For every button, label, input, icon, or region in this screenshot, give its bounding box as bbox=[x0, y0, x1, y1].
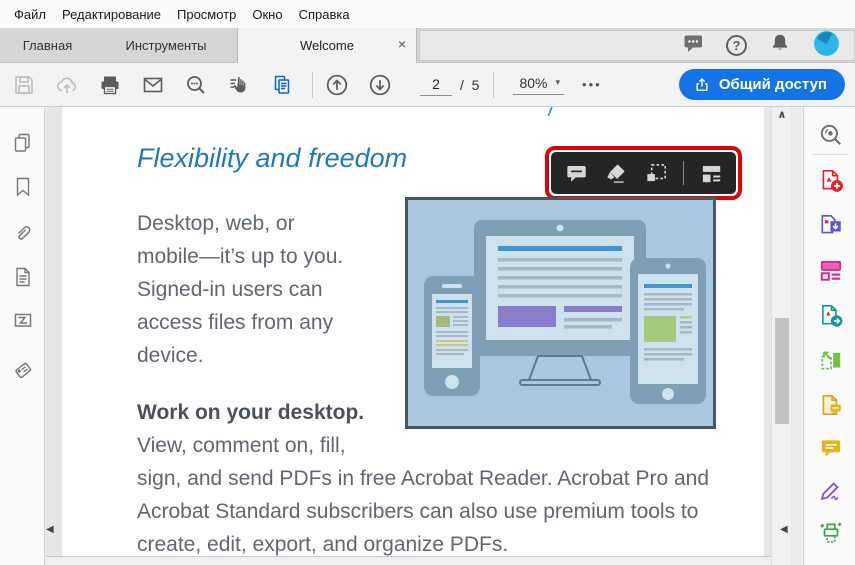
left-navigation-panel bbox=[0, 107, 45, 565]
share-icon bbox=[696, 77, 708, 91]
hud-layout-button[interactable] bbox=[698, 160, 724, 186]
quick-tools-hud bbox=[551, 152, 736, 194]
save-button[interactable] bbox=[9, 70, 39, 100]
page-panel-button[interactable] bbox=[11, 265, 35, 289]
page-copy-icon bbox=[274, 75, 290, 94]
tab-bar: Главная Инструменты Welcome × ? bbox=[0, 28, 855, 63]
scrollbar-thumb[interactable] bbox=[775, 318, 789, 424]
horizontal-scrollbar[interactable] bbox=[46, 556, 771, 565]
tab-welcome-document[interactable]: Welcome × bbox=[237, 28, 417, 63]
more-tools-button[interactable]: ••• bbox=[582, 77, 602, 92]
send-pdf-button[interactable] bbox=[818, 302, 844, 328]
marquee-zoom-button[interactable] bbox=[181, 70, 211, 100]
scroll-up-icon[interactable]: ∧ bbox=[772, 108, 792, 121]
print-button[interactable] bbox=[95, 70, 125, 100]
bookmarks-button[interactable] bbox=[11, 175, 35, 199]
pdf-page: / Flexibility and freedom Desktop, web, … bbox=[62, 107, 764, 556]
menu-view[interactable]: Просмотр bbox=[169, 7, 244, 22]
acrobat-window: Файл Редактирование Просмотр Окно Справк… bbox=[0, 0, 855, 565]
print-icon bbox=[101, 76, 119, 94]
cloud-upload-button[interactable] bbox=[52, 70, 82, 100]
save-icon bbox=[15, 75, 33, 94]
page-thumbnails-button[interactable] bbox=[11, 131, 35, 155]
document-heading: Flexibility and freedom bbox=[137, 143, 408, 173]
attachments-button[interactable] bbox=[11, 221, 35, 245]
zoom-level-control[interactable]: 80% ▾ bbox=[513, 74, 565, 95]
paragraph-1: Desktop, web, or mobile—it’s up to you. … bbox=[137, 212, 344, 367]
page-down-icon bbox=[369, 74, 391, 95]
chevron-down-icon: ▾ bbox=[555, 77, 561, 87]
hud-highlight-button[interactable] bbox=[603, 160, 629, 186]
layers-button[interactable] bbox=[11, 308, 35, 332]
email-icon bbox=[143, 77, 163, 92]
user-avatar[interactable] bbox=[813, 30, 840, 62]
fill-sign-button[interactable] bbox=[818, 477, 844, 503]
email-button[interactable] bbox=[138, 70, 168, 100]
scroll-left-icon[interactable]: ◀ bbox=[46, 524, 54, 535]
menu-bar: Файл Редактирование Просмотр Окно Справк… bbox=[0, 0, 855, 28]
export-pdf-button[interactable] bbox=[818, 212, 844, 238]
help-glyph: ? bbox=[732, 38, 741, 53]
create-pdf-button[interactable] bbox=[818, 167, 844, 193]
combine-files-button[interactable] bbox=[818, 347, 844, 373]
menu-edit[interactable]: Редактирование bbox=[54, 7, 169, 22]
toolbar-separator bbox=[493, 71, 495, 98]
share-button[interactable]: Общий доступ bbox=[678, 69, 845, 100]
hud-comment-button[interactable] bbox=[563, 160, 589, 186]
menu-window[interactable]: Окно bbox=[244, 7, 290, 22]
zoom-value: 80% bbox=[519, 74, 548, 91]
cloud-upload-icon bbox=[56, 77, 77, 93]
tab-tools[interactable]: Инструменты bbox=[95, 28, 237, 62]
right-tools-panel bbox=[803, 107, 855, 565]
edit-pdf-button[interactable] bbox=[818, 257, 844, 283]
document-area: / Flexibility and freedom Desktop, web, … bbox=[0, 107, 855, 565]
panel-gap bbox=[792, 107, 803, 565]
tags-button[interactable] bbox=[11, 358, 35, 382]
enhance-scans-button[interactable] bbox=[818, 519, 844, 545]
main-toolbar: / 5 80% ▾ ••• Общий доступ bbox=[0, 63, 855, 107]
page-up-icon bbox=[326, 74, 348, 95]
page-total-label: / 5 bbox=[460, 76, 480, 93]
collapse-panel-icon[interactable]: ◀ bbox=[780, 524, 788, 535]
page-number-input[interactable] bbox=[420, 73, 452, 96]
menu-help[interactable]: Справка bbox=[291, 7, 358, 22]
notifications-bell-icon[interactable] bbox=[768, 31, 792, 60]
search-zoom-icon bbox=[187, 75, 205, 94]
devices-illustration bbox=[405, 197, 716, 429]
toolbar-separator bbox=[312, 71, 313, 98]
tab-welcome-label: Welcome bbox=[300, 38, 354, 53]
close-tab-icon[interactable]: × bbox=[398, 36, 406, 52]
selection-tool-icon bbox=[230, 76, 246, 92]
search-tools-button[interactable] bbox=[818, 122, 844, 148]
menu-file[interactable]: Файл bbox=[6, 7, 54, 22]
annotation-highlight-box bbox=[545, 146, 742, 200]
comments-button[interactable] bbox=[818, 435, 844, 461]
scrolled-text-fragment: / bbox=[548, 107, 553, 120]
selection-tool-button[interactable] bbox=[224, 70, 254, 100]
paragraph-2: Work on your desktop. View, comment on, … bbox=[137, 401, 710, 556]
feedback-icon[interactable] bbox=[681, 31, 705, 60]
tab-home[interactable]: Главная bbox=[0, 28, 95, 62]
comment-document-button[interactable] bbox=[818, 392, 844, 418]
vertical-scrollbar[interactable]: ∧ bbox=[771, 107, 791, 565]
hud-separator bbox=[683, 161, 684, 185]
next-page-button[interactable] bbox=[365, 70, 395, 100]
help-icon[interactable]: ? bbox=[726, 35, 747, 56]
page-copy-button[interactable] bbox=[267, 70, 297, 100]
share-button-label: Общий доступ bbox=[718, 76, 827, 93]
previous-page-button[interactable] bbox=[322, 70, 352, 100]
titlebar-actions: ? bbox=[419, 30, 855, 61]
panel-separator bbox=[812, 154, 848, 155]
hud-snapshot-button[interactable] bbox=[643, 160, 669, 186]
page-number-control: / 5 bbox=[420, 73, 480, 96]
